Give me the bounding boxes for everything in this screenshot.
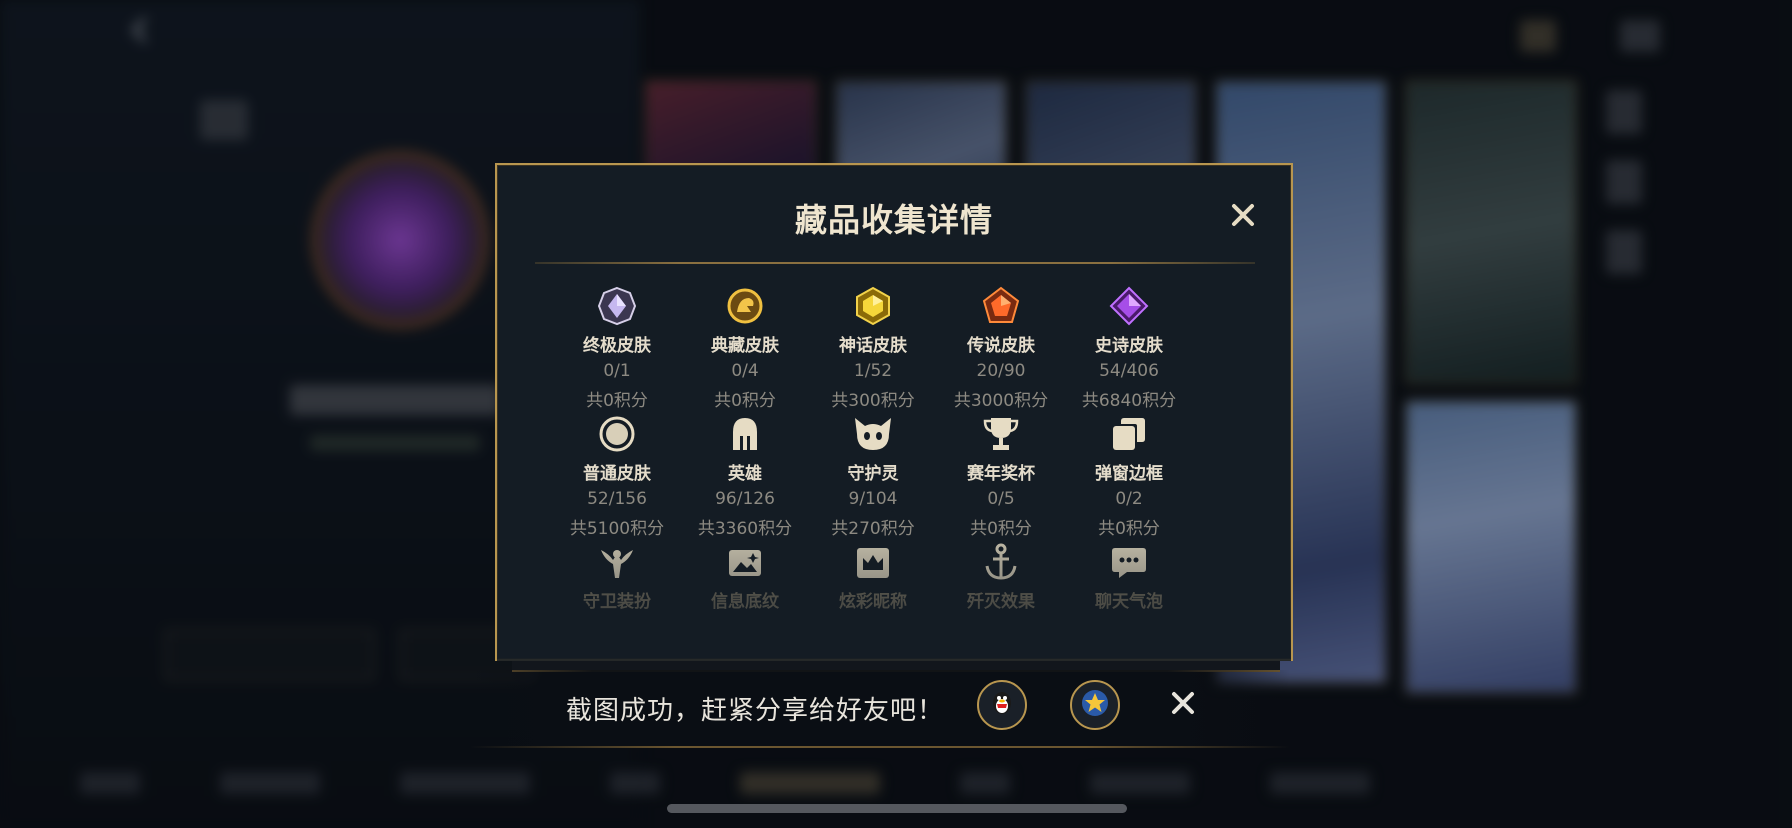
anchor-icon [937,541,1065,583]
item-name: 典藏皮肤 [711,336,779,356]
item-count: 54/406 [1099,361,1159,381]
item-count: 0/1 [603,361,631,381]
epic-gem-icon [1065,285,1193,327]
helmet-icon [681,413,809,455]
item-name: 信息底纹 [711,592,779,612]
item-name: 聊天气泡 [1095,592,1163,612]
collection-item[interactable]: 炫彩昵称 [809,541,937,669]
dialog-title: 藏品收集详情 [794,201,993,239]
collection-item[interactable]: 信息底纹 [681,541,809,669]
collection-row: 普通皮肤 52/156 共5100积分 英雄 96/126 共3360积分 守护… [553,413,1233,541]
item-points: 共270积分 [831,519,915,539]
item-points: 共3000积分 [953,391,1049,411]
item-points: 共300积分 [831,391,915,411]
qq-penguin-icon [987,688,1017,722]
item-count: 1/52 [853,361,893,381]
item-points: 共0积分 [714,391,776,411]
item-name: 终极皮肤 [583,336,651,356]
collection-item[interactable]: 守卫装扮 [553,541,681,669]
item-name: 神话皮肤 [839,336,907,356]
collection-row: 守卫装扮 信息底纹 炫彩昵称 歼灭效果 聊天气泡 [553,541,1233,669]
item-count: 96/126 [715,489,775,509]
share-favorite-button[interactable] [1070,680,1120,730]
item-name: 赛年奖杯 [967,464,1035,484]
item-points: 共3360积分 [697,519,793,539]
item-name: 普通皮肤 [583,464,651,484]
collection-item[interactable]: 典藏皮肤 0/4 共0积分 [681,285,809,413]
title-divider [535,262,1255,264]
collection-item[interactable]: 史诗皮肤 54/406 共6840积分 [1065,285,1193,413]
mythic-gem-icon [809,285,937,327]
collection-row: 终极皮肤 0/1 共0积分 典藏皮肤 0/4 共0积分 神话皮肤 1/52 共3… [553,285,1233,413]
home-indicator[interactable] [667,804,1127,813]
item-name: 传说皮肤 [967,336,1035,356]
collection-details-dialog: 藏品收集详情 终极皮肤 0/1 共0积分 典藏皮肤 0/4 共0积分 神话皮肤 … [495,163,1293,661]
item-points: 共0积分 [586,391,648,411]
item-count: 0/4 [731,361,759,381]
item-name: 歼灭效果 [967,592,1035,612]
crown-card-icon [809,541,937,583]
item-name: 弹窗边框 [1095,464,1163,484]
screenshot-toast: 截图成功，赶紧分享给好友吧！ [470,670,1290,748]
pages-icon [1065,413,1193,455]
banner-image-icon [681,541,809,583]
collection-item[interactable]: 聊天气泡 [1065,541,1193,669]
item-count: 0/5 [987,489,1015,509]
chat-bubble-icon [1065,541,1193,583]
little-legend-icon [809,413,937,455]
collection-item[interactable]: 弹窗边框 0/2 共0积分 [1065,413,1193,541]
item-points: 共6840积分 [1081,391,1177,411]
item-points: 共0积分 [970,519,1032,539]
collection-item[interactable]: 传说皮肤 20/90 共3000积分 [937,285,1065,413]
item-count: 0/2 [1115,489,1143,509]
item-name: 英雄 [728,464,762,484]
collection-grid: 终极皮肤 0/1 共0积分 典藏皮肤 0/4 共0积分 神话皮肤 1/52 共3… [553,285,1233,669]
collection-item[interactable]: 神话皮肤 1/52 共300积分 [809,285,937,413]
close-icon[interactable] [1225,197,1261,233]
collection-item[interactable]: 英雄 96/126 共3360积分 [681,413,809,541]
item-count: 20/90 [976,361,1026,381]
item-count: 9/104 [848,489,898,509]
legendary-gem-icon [937,285,1065,327]
ultimate-gem-icon [553,285,681,327]
trophy-icon [937,413,1065,455]
prestige-dragon-icon [681,285,809,327]
close-icon[interactable] [1168,688,1198,718]
item-name: 史诗皮肤 [1095,336,1163,356]
ward-icon [553,541,681,583]
collection-item[interactable]: 歼灭效果 [937,541,1065,669]
collection-item[interactable]: 普通皮肤 52/156 共5100积分 [553,413,681,541]
toast-divider [470,746,1290,748]
item-name: 守卫装扮 [583,592,651,612]
item-points: 共0积分 [1098,519,1160,539]
item-name: 炫彩昵称 [839,592,907,612]
star-favorite-icon [1080,688,1110,722]
toast-message: 截图成功，赶紧分享给好友吧！ [566,696,945,726]
share-qq-button[interactable] [977,680,1027,730]
collection-item[interactable]: 终极皮肤 0/1 共0积分 [553,285,681,413]
standard-circle-icon [553,413,681,455]
collection-item[interactable]: 守护灵 9/104 共270积分 [809,413,937,541]
item-name: 守护灵 [847,464,899,484]
collection-item[interactable]: 赛年奖杯 0/5 共0积分 [937,413,1065,541]
item-count: 52/156 [587,489,647,509]
item-points: 共5100积分 [569,519,665,539]
